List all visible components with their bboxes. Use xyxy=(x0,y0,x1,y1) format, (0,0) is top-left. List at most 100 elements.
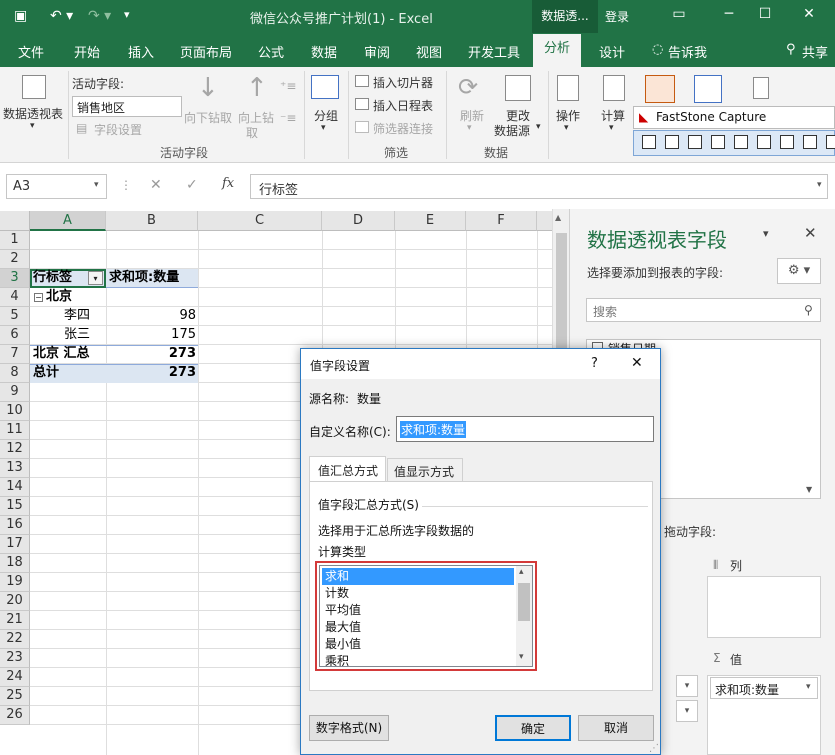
rows-item-dropdown-icon[interactable]: ▾ xyxy=(676,700,698,722)
recommended-pivot-icon[interactable] xyxy=(694,75,722,103)
list-item-count[interactable]: 计数 xyxy=(322,585,514,602)
tab-view[interactable]: 视图 xyxy=(416,42,442,61)
capture-freehand-icon[interactable] xyxy=(734,135,748,149)
row-header[interactable]: 23 xyxy=(0,649,30,668)
list-scrollbar[interactable]: ▴ ▾ xyxy=(516,566,532,666)
pivot-table-button[interactable]: 数据透视表 xyxy=(3,105,63,122)
enter-icon[interactable]: ✓ xyxy=(186,177,198,193)
select-all-corner[interactable] xyxy=(0,211,30,231)
active-field-input[interactable]: 销售地区 xyxy=(72,96,182,117)
summary-type-list[interactable]: 求和 计数 平均值 最大值 最小值 乘积 ▴ ▾ xyxy=(319,565,533,667)
login-link[interactable]: 登录 xyxy=(605,8,629,25)
redo-icon[interactable]: ↷ ▾ xyxy=(88,8,111,24)
row-header[interactable]: 3 xyxy=(0,269,30,288)
drill-down-button[interactable]: 向下钻取 xyxy=(184,109,232,126)
capture-active-window-icon[interactable] xyxy=(642,135,656,149)
row-header[interactable]: 12 xyxy=(0,440,30,459)
insert-slicer-button[interactable]: 插入切片器 xyxy=(373,74,433,91)
row-labels-header[interactable]: 行标签 xyxy=(33,269,72,287)
insert-function-icon[interactable]: fx xyxy=(222,176,234,191)
ok-button[interactable]: 确定 xyxy=(495,715,571,741)
column-header-a[interactable]: A xyxy=(30,211,106,231)
ribbon-display-icon[interactable]: ▭ xyxy=(668,6,690,22)
capture-scrolling-icon[interactable] xyxy=(688,135,702,149)
resize-grip-icon[interactable]: ⋰ xyxy=(649,743,659,754)
filter-connections-button[interactable]: 筛选器连接 xyxy=(373,120,433,137)
column-header-c[interactable]: C xyxy=(198,211,322,231)
list-item-max[interactable]: 最大值 xyxy=(322,619,514,636)
column-header-d[interactable]: D xyxy=(322,211,395,231)
tab-formulas[interactable]: 公式 xyxy=(258,42,284,61)
tab-show-values-as[interactable]: 值显示方式 xyxy=(387,458,463,482)
share-button[interactable]: 共享 xyxy=(802,42,828,61)
list-item-product[interactable]: 乘积 xyxy=(322,653,514,666)
row-header[interactable]: 22 xyxy=(0,630,30,649)
row-header[interactable]: 9 xyxy=(0,383,30,402)
row-header[interactable]: 18 xyxy=(0,554,30,573)
expand-field-icon[interactable]: ⁺≡ xyxy=(280,79,296,93)
number-format-button[interactable]: 数字格式(N) xyxy=(309,715,389,741)
show-icon[interactable] xyxy=(753,77,769,99)
tab-analyze[interactable]: 分析 xyxy=(533,34,581,67)
values-field-item[interactable]: 求和项:数量 xyxy=(710,677,818,699)
capture-rectangle-icon[interactable] xyxy=(711,135,725,149)
row-header[interactable]: 14 xyxy=(0,478,30,497)
formula-input[interactable]: 行标签 xyxy=(250,174,828,199)
tab-design[interactable]: 设计 xyxy=(599,42,625,61)
capture-video-icon[interactable] xyxy=(803,135,817,149)
tab-review[interactable]: 审阅 xyxy=(364,42,390,61)
tab-insert[interactable]: 插入 xyxy=(128,42,154,61)
close-window-icon[interactable]: ✕ xyxy=(798,6,820,22)
row-header[interactable]: 6 xyxy=(0,326,30,345)
row-header[interactable]: 10 xyxy=(0,402,30,421)
row-header[interactable]: 2 xyxy=(0,250,30,269)
actions-button[interactable]: 操作 xyxy=(556,107,580,124)
close-dialog-icon[interactable]: ✕ xyxy=(631,355,643,371)
row-header[interactable]: 16 xyxy=(0,516,30,535)
row-header[interactable]: 25 xyxy=(0,687,30,706)
capture-more-icon[interactable] xyxy=(826,135,835,149)
row-header[interactable]: 17 xyxy=(0,535,30,554)
maximize-icon[interactable]: ☐ xyxy=(754,6,776,22)
capture-window-icon[interactable] xyxy=(665,135,679,149)
tab-summarize-by[interactable]: 值汇总方式 xyxy=(309,456,386,482)
row-header[interactable]: 1 xyxy=(0,231,30,250)
help-icon[interactable]: ? xyxy=(591,356,598,371)
cancel-button[interactable]: 取消 xyxy=(578,715,654,741)
calculations-button[interactable]: 计算 xyxy=(601,107,625,124)
gear-icon[interactable]: ⚙ ▾ xyxy=(777,258,821,284)
undo-icon[interactable]: ↶ ▾ xyxy=(50,8,73,24)
tab-home[interactable]: 开始 xyxy=(74,42,100,61)
column-header-b[interactable]: B xyxy=(106,211,198,231)
row-header[interactable]: 8 xyxy=(0,364,30,383)
row-header[interactable]: 19 xyxy=(0,573,30,592)
list-item-min[interactable]: 最小值 xyxy=(322,636,514,653)
search-input[interactable]: 搜索 xyxy=(586,298,821,322)
row-header[interactable]: 15 xyxy=(0,497,30,516)
tab-file[interactable]: 文件 xyxy=(18,42,44,61)
row-header[interactable]: 21 xyxy=(0,611,30,630)
row-header[interactable]: 5 xyxy=(0,307,30,326)
collapse-field-icon[interactable]: ⁻≡ xyxy=(280,111,296,125)
scroll-down-icon[interactable]: ▾ xyxy=(519,652,524,662)
tab-data[interactable]: 数据 xyxy=(311,42,337,61)
refresh-button[interactable]: 刷新 xyxy=(460,107,484,124)
row-header[interactable]: 26 xyxy=(0,706,30,725)
custom-name-input[interactable]: 求和项:数量 xyxy=(396,416,654,442)
row-header[interactable]: 13 xyxy=(0,459,30,478)
chevron-down-icon[interactable]: ▾ xyxy=(94,180,99,190)
row-header[interactable]: 7 xyxy=(0,345,30,364)
chevron-down-icon[interactable]: ▾ xyxy=(806,682,811,692)
row-header[interactable]: 4 xyxy=(0,288,30,307)
row-header[interactable]: 11 xyxy=(0,421,30,440)
scroll-up-icon[interactable]: ▲ xyxy=(555,213,561,222)
list-scroll-thumb[interactable] xyxy=(518,583,530,621)
filter-dropdown-icon[interactable]: ▾ xyxy=(88,271,103,285)
minimize-icon[interactable]: ─ xyxy=(718,6,740,22)
columns-drop-area[interactable] xyxy=(707,576,821,638)
tab-page-layout[interactable]: 页面布局 xyxy=(180,42,232,61)
scroll-up-icon[interactable]: ▴ xyxy=(519,567,524,577)
insert-timeline-button[interactable]: 插入日程表 xyxy=(373,97,433,114)
pivot-chart-icon[interactable] xyxy=(645,75,675,103)
row-header[interactable]: 24 xyxy=(0,668,30,687)
